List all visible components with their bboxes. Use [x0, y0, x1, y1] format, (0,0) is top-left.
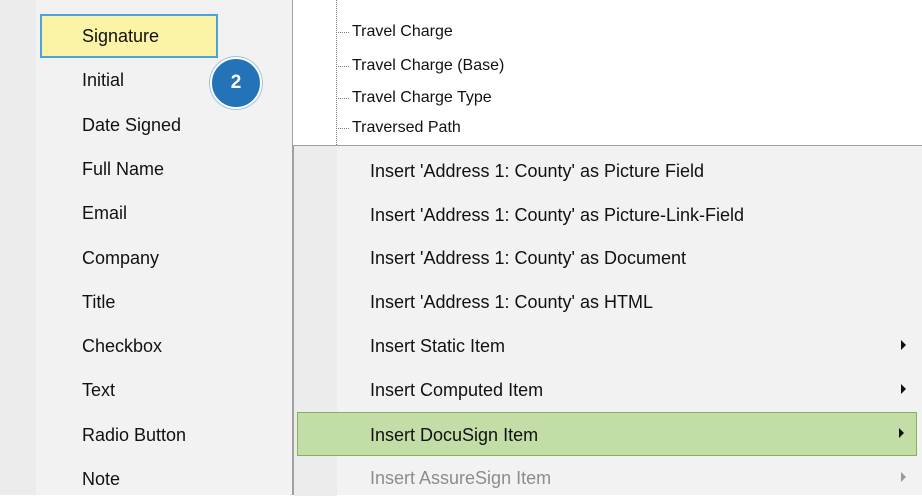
- menu-item-insert-as-picture-link-field[interactable]: Insert 'Address 1: County' as Picture-Li…: [294, 193, 922, 237]
- tree-branch-line: [336, 98, 349, 99]
- tree-item-label: Travel Charge Type: [352, 89, 492, 106]
- menu-item-insert-as-document[interactable]: Insert 'Address 1: County' as Document: [294, 236, 922, 280]
- submenu-arrow-icon: [901, 384, 906, 394]
- menu-item-label: Insert 'Address 1: County' as Picture Fi…: [370, 161, 705, 181]
- menu-item-label: Insert 'Address 1: County' as HTML: [370, 292, 653, 312]
- submenu-item-company[interactable]: Company: [82, 243, 159, 273]
- menu-item-insert-assuresign-item: Insert AssureSign Item: [294, 456, 922, 500]
- menu-item-label: Insert Computed Item: [370, 380, 544, 400]
- step-number-badge: 2: [210, 57, 262, 109]
- menu-item-label: Insert 'Address 1: County' as Document: [370, 248, 687, 268]
- tree-item-label: Traversed Path: [352, 119, 461, 136]
- submenu-item-checkbox[interactable]: Checkbox: [82, 331, 162, 361]
- tree-branch-line: [336, 66, 349, 67]
- tree-item-label: Travel Charge (Base): [352, 57, 505, 74]
- submenu-arrow-icon: [901, 472, 906, 482]
- menu-item-label: Insert Static Item: [370, 336, 506, 356]
- submenu-arrow-icon: [899, 428, 904, 438]
- submenu-item-date-signed[interactable]: Date Signed: [82, 110, 181, 140]
- menu-item-insert-as-html[interactable]: Insert 'Address 1: County' as HTML: [294, 280, 922, 324]
- submenu-arrow-icon: [901, 340, 906, 350]
- submenu-item-initial[interactable]: Initial: [82, 65, 124, 95]
- context-menu: Insert 'Address 1: County' as Picture Fi…: [293, 145, 922, 496]
- menu-item-label: Insert DocuSign Item: [370, 425, 539, 445]
- menu-item-insert-static-item[interactable]: Insert Static Item: [294, 324, 922, 368]
- submenu-item-text[interactable]: Text: [82, 375, 115, 405]
- docusign-submenu: Signature Initial Date Signed Full Name …: [0, 0, 293, 495]
- submenu-item-title[interactable]: Title: [82, 287, 115, 317]
- submenu-item-full-name[interactable]: Full Name: [82, 154, 164, 184]
- tree-branch-line: [336, 128, 349, 129]
- menu-item-insert-docusign-item[interactable]: Insert DocuSign Item: [297, 412, 917, 456]
- menu-item-label: Insert AssureSign Item: [370, 468, 552, 488]
- submenu-item-email[interactable]: Email: [82, 198, 127, 228]
- submenu-item-note[interactable]: Note: [82, 464, 120, 494]
- submenu-item-signature[interactable]: Signature: [82, 21, 159, 51]
- tree-connector-line: [336, 0, 337, 145]
- submenu-icon-column: [0, 0, 36, 495]
- menu-item-insert-computed-item[interactable]: Insert Computed Item: [294, 368, 922, 412]
- menu-item-insert-as-picture-field[interactable]: Insert 'Address 1: County' as Picture Fi…: [294, 149, 922, 193]
- tree-branch-line: [336, 32, 349, 33]
- submenu-item-radio-button[interactable]: Radio Button: [82, 420, 186, 450]
- tree-item-label: Travel Charge: [352, 23, 453, 40]
- menu-item-label: Insert 'Address 1: County' as Picture-Li…: [370, 205, 745, 225]
- field-tree: Travel Charge Travel Charge (Base) Trave…: [293, 0, 922, 145]
